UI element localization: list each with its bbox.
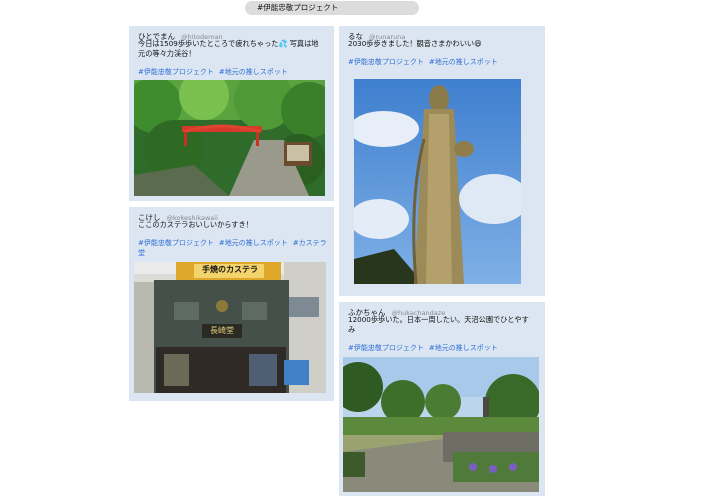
shop-name-text: 長崎堂: [210, 326, 234, 335]
post-message: 今日は1509歩歩いたところで疲れちゃった💦 写真は地 元の等々力渓谷！: [138, 39, 319, 58]
hashtag-filter-pill[interactable]: #伊能忠敬プロジェクト: [245, 1, 419, 15]
post-card: こけし @kokeshikawaii ここのカステラおいしいからすき！ #伊能忠敬…: [129, 207, 334, 401]
hashtag-link[interactable]: #伊能忠敬プロジェクト: [138, 68, 214, 76]
post-card: るな @runaruna 2030歩歩きました！観音さまかわいい😄 #伊能忠敬プロ…: [339, 26, 545, 296]
hashtag-link[interactable]: #地元の推しスポット: [219, 68, 288, 76]
shop-sign-text: 手焼のカステラ: [202, 265, 258, 274]
post-message: 2030歩歩きました！観音さまかわいい😄: [348, 39, 482, 48]
hashtag-link[interactable]: #地元の推しスポット: [429, 344, 498, 352]
post-card: ひとでまん @hitodeman 今日は1509歩歩いたところで疲れちゃった💦 写…: [129, 26, 334, 201]
post-hashtags: #伊能忠敬プロジェクト #地元の推しスポット: [138, 67, 293, 77]
post-message: 12000歩歩いた。日本一周したい。天沼公園でひとやす み: [348, 315, 529, 334]
hashtag-link[interactable]: #地元の推しスポット: [429, 58, 498, 66]
park-photo: [343, 357, 539, 492]
hashtag-link[interactable]: #伊能忠敬プロジェクト: [348, 58, 424, 66]
post-hashtags: #伊能忠敬プロジェクト #地元の推しスポット: [348, 343, 503, 353]
hashtag-link[interactable]: #伊能忠敬プロジェクト: [138, 239, 214, 247]
hashtag-link[interactable]: #地元の推しスポット: [219, 239, 288, 247]
post-card: ふかちゃん @hukachandaze 12000歩歩いた。日本一周したい。天沼公…: [339, 302, 545, 496]
kannon-statue-photo: [354, 79, 521, 284]
castella-shop-photo: 手焼のカステラ 長崎堂: [134, 262, 326, 393]
post-hashtags: #伊能忠敬プロジェクト #地元の推しスポット #カステラ 堂: [138, 238, 328, 258]
hashtag-link[interactable]: #カステラ: [293, 239, 327, 247]
post-message: ここのカステラおいしいからすき！: [138, 220, 253, 229]
post-hashtags: #伊能忠敬プロジェクト #地元の推しスポット: [348, 57, 503, 67]
hashtag-link[interactable]: #伊能忠敬プロジェクト: [348, 344, 424, 352]
hashtag-link[interactable]: 堂: [138, 248, 328, 258]
gorge-bridge-photo: [134, 80, 325, 196]
